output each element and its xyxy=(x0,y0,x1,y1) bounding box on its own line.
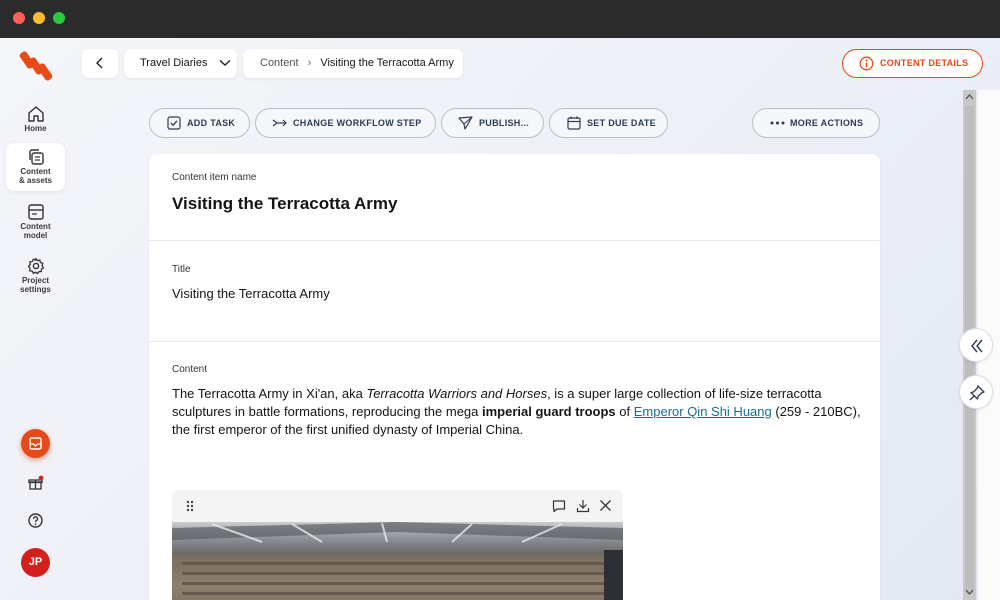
item-name-label: Content item name xyxy=(172,172,257,183)
calendar-icon xyxy=(567,116,581,130)
content-details-button[interactable]: CONTENT DETAILS xyxy=(842,49,983,78)
chevron-right-icon: › xyxy=(307,57,312,69)
inline-asset[interactable] xyxy=(172,490,623,600)
item-name[interactable]: Visiting the Terracotta Army xyxy=(172,194,397,214)
sidebar-item-home[interactable]: Home xyxy=(6,100,65,148)
app-window: Home Content & assets Content model Proj… xyxy=(0,0,1000,600)
gift-icon[interactable] xyxy=(27,475,44,492)
help-icon[interactable] xyxy=(27,512,44,529)
send-icon xyxy=(458,116,473,130)
add-task-label: ADD TASK xyxy=(187,118,236,128)
breadcrumb-section[interactable]: Content xyxy=(260,57,299,69)
sidebar-item-content-model[interactable]: Content model xyxy=(6,198,65,246)
window-titlebar xyxy=(0,0,1000,38)
divider xyxy=(149,341,880,342)
checkbox-icon xyxy=(167,116,181,130)
maximize-window-button[interactable] xyxy=(53,12,65,24)
set-due-date-label: SET DUE DATE xyxy=(587,118,656,128)
drag-handle-icon[interactable] xyxy=(186,500,194,512)
breadcrumb: Content › Visiting the Terracotta Army xyxy=(243,49,463,78)
minimize-window-button[interactable] xyxy=(33,12,45,24)
title-field[interactable]: Visiting the Terracotta Army xyxy=(172,286,330,301)
more-dots-icon xyxy=(770,121,785,125)
back-button[interactable] xyxy=(82,49,118,78)
download-icon[interactable] xyxy=(576,499,590,513)
add-task-button[interactable]: ADD TASK xyxy=(149,108,250,138)
change-workflow-step-button[interactable]: CHANGE WORKFLOW STEP xyxy=(255,108,436,138)
content-italic-text: Terracotta Warriors and Horses xyxy=(366,386,548,401)
breadcrumb-current: Visiting the Terracotta Army xyxy=(320,57,454,69)
user-avatar[interactable]: JP xyxy=(21,548,50,577)
feedback-button[interactable] xyxy=(21,429,50,458)
sidebar-item-label: Project settings xyxy=(20,276,51,294)
content-details-label: CONTENT DETAILS xyxy=(880,58,969,68)
more-actions-label: MORE ACTIONS xyxy=(790,118,864,128)
app-body: Home Content & assets Content model Proj… xyxy=(0,38,1000,600)
close-icon[interactable] xyxy=(599,499,612,512)
publish-button[interactable]: PUBLISH... xyxy=(441,108,544,138)
project-switcher[interactable]: Travel Diaries xyxy=(124,49,237,78)
pin-icon xyxy=(969,385,985,401)
project-name: Travel Diaries xyxy=(140,57,208,69)
chevron-down-icon xyxy=(219,60,230,67)
set-due-date-button[interactable]: SET DUE DATE xyxy=(549,108,668,138)
sidebar-item-project-settings[interactable]: Project settings xyxy=(6,252,65,300)
content-model-icon xyxy=(27,204,44,220)
divider xyxy=(149,240,880,241)
title-label: Title xyxy=(172,264,191,275)
expand-panel-button[interactable] xyxy=(959,328,993,362)
emperor-link[interactable]: Emperor Qin Shi Huang xyxy=(634,404,772,419)
double-chevron-left-icon xyxy=(971,339,983,353)
content-bold-text: imperial guard troops xyxy=(482,404,616,419)
content-assets-icon xyxy=(28,149,44,165)
terracotta-army-photo xyxy=(172,522,623,600)
more-actions-button[interactable]: MORE ACTIONS xyxy=(752,108,880,138)
feedback-icon xyxy=(29,437,42,450)
comment-icon[interactable] xyxy=(552,499,566,513)
kontent-logo[interactable] xyxy=(18,50,54,82)
info-icon xyxy=(859,56,874,71)
arrow-right-icon xyxy=(272,119,287,127)
content-rich-text[interactable]: The Terracotta Army in Xi'an, aka Terrac… xyxy=(172,385,862,439)
sidebar-item-label: Content model xyxy=(20,222,51,240)
content-editor-card: Content item name Visiting the Terracott… xyxy=(149,154,880,600)
content-text: of xyxy=(615,404,634,419)
gear-icon xyxy=(27,257,44,275)
sidebar-item-content-assets[interactable]: Content & assets xyxy=(6,143,65,191)
close-window-button[interactable] xyxy=(13,12,25,24)
scroll-up-icon[interactable] xyxy=(965,93,974,100)
content-label: Content xyxy=(172,364,208,375)
scroll-down-icon[interactable] xyxy=(965,589,974,596)
content-text: The Terracotta Army in Xi'an, aka xyxy=(172,386,367,401)
sidebar: Home Content & assets Content model Proj… xyxy=(0,38,70,600)
chevron-left-icon xyxy=(96,57,103,69)
asset-toolbar xyxy=(172,490,623,522)
sidebar-item-label: Content & assets xyxy=(19,167,52,185)
home-icon xyxy=(27,106,44,122)
change-workflow-label: CHANGE WORKFLOW STEP xyxy=(293,118,422,128)
publish-label: PUBLISH... xyxy=(479,118,530,128)
pin-button[interactable] xyxy=(959,375,993,409)
sidebar-item-label: Home xyxy=(24,124,47,133)
